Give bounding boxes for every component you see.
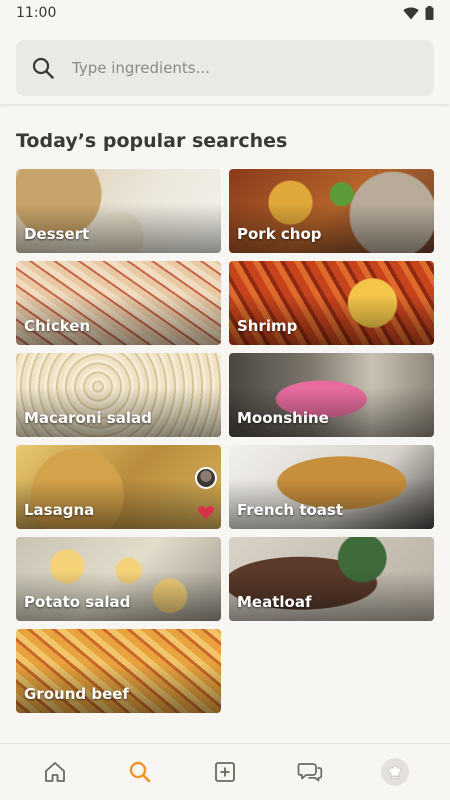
tile-label: Potato salad bbox=[24, 593, 131, 611]
search-tile-shrimp[interactable]: Shrimp bbox=[229, 261, 434, 345]
search-tile-meatloaf[interactable]: Meatloaf bbox=[229, 537, 434, 621]
tile-label: French toast bbox=[237, 501, 344, 519]
search-tile-macaroni-salad[interactable]: Macaroni salad bbox=[16, 353, 221, 437]
chef-hat-icon bbox=[388, 765, 402, 779]
heart-icon bbox=[198, 506, 214, 520]
home-icon bbox=[44, 762, 65, 782]
tile-label: Pork chop bbox=[237, 225, 322, 243]
tile-label: Chicken bbox=[24, 317, 91, 335]
search-tile-lasagna[interactable]: Lasagna bbox=[16, 445, 221, 529]
tile-label: Dessert bbox=[24, 225, 90, 243]
tile-label: Macaroni salad bbox=[24, 409, 152, 427]
search-tile-chicken[interactable]: Chicken bbox=[16, 261, 221, 345]
profile-avatar bbox=[381, 758, 410, 786]
nav-home[interactable] bbox=[25, 750, 85, 794]
battery-icon bbox=[425, 6, 434, 20]
section-title: Today’s popular searches bbox=[16, 130, 288, 152]
tile-label: Ground beef bbox=[24, 685, 129, 703]
search-tile-pork-chop[interactable]: Pork chop bbox=[229, 169, 434, 253]
search-header bbox=[0, 26, 450, 104]
tile-label: Shrimp bbox=[237, 317, 298, 335]
search-input[interactable] bbox=[72, 59, 392, 77]
tile-label: Moonshine bbox=[237, 409, 329, 427]
author-avatar bbox=[195, 467, 217, 489]
status-icons bbox=[403, 6, 434, 20]
search-tile-dessert[interactable]: Dessert bbox=[16, 169, 221, 253]
tile-label: Meatloaf bbox=[237, 593, 312, 611]
nav-add-recipe[interactable] bbox=[195, 750, 255, 794]
popular-searches-grid: Dessert Pork chop Chicken Shrimp Macaron… bbox=[16, 169, 434, 713]
search-bar[interactable] bbox=[16, 40, 434, 96]
status-time: 11:00 bbox=[16, 5, 57, 21]
chat-icon bbox=[297, 763, 323, 782]
bottom-navigation bbox=[0, 743, 450, 800]
search-icon bbox=[129, 761, 151, 783]
add-icon bbox=[215, 762, 235, 782]
tile-label: Lasagna bbox=[24, 501, 95, 519]
wifi-icon bbox=[403, 7, 419, 19]
search-icon bbox=[32, 57, 54, 79]
search-tile-french-toast[interactable]: French toast bbox=[229, 445, 434, 529]
nav-chats[interactable] bbox=[280, 750, 340, 794]
status-bar: 11:00 bbox=[0, 0, 450, 26]
search-tile-potato-salad[interactable]: Potato salad bbox=[16, 537, 221, 621]
nav-profile[interactable] bbox=[365, 750, 425, 794]
search-tile-ground-beef[interactable]: Ground beef bbox=[16, 629, 221, 713]
search-tile-moonshine[interactable]: Moonshine bbox=[229, 353, 434, 437]
nav-search[interactable] bbox=[110, 750, 170, 794]
